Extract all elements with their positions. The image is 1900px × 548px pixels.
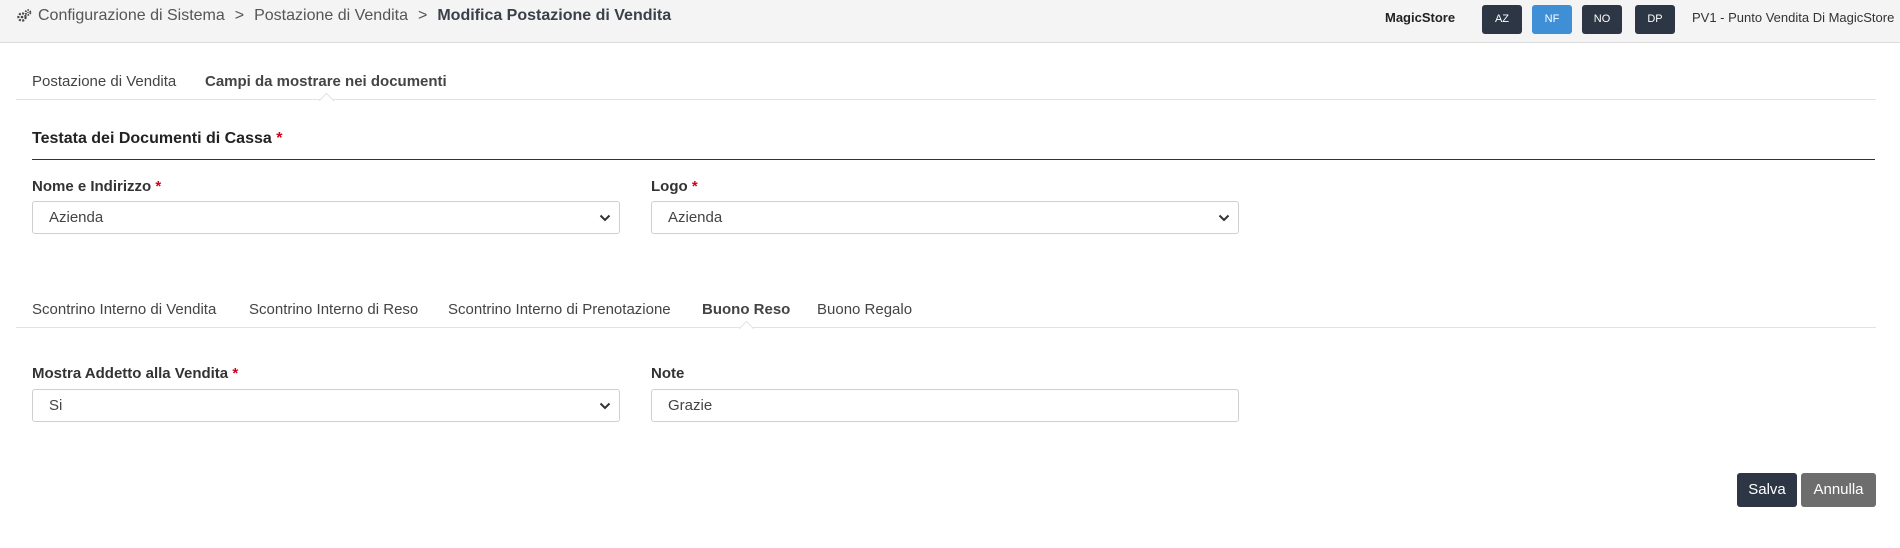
logo-label: Logo * [651,178,698,195]
tab-label: Campi da mostrare nei documenti [205,73,447,90]
chevron-down-icon [1218,214,1230,222]
gears-icon [17,9,32,22]
tab-scontrino-prenotazione[interactable]: Scontrino Interno di Prenotazione [448,301,671,318]
breadcrumb: Configurazione di Sistema > Postazione d… [16,7,671,25]
save-button[interactable]: Salva [1737,473,1797,507]
section-title: Testata dei Documenti di Cassa * [32,130,1875,160]
note-input[interactable]: Grazie [651,389,1239,422]
breadcrumb-separator: > [234,7,245,24]
tab-label: Scontrino Interno di Reso [249,301,419,318]
code-button-az[interactable]: AZ [1482,5,1522,34]
required-mark: * [691,178,698,195]
mostra-addetto-label: Mostra Addetto alla Vendita * [32,365,238,382]
select-value: Azienda [668,209,723,226]
tab-label: Scontrino Interno di Vendita [32,301,217,318]
select-value: Azienda [49,209,104,226]
breadcrumb-item-config[interactable]: Configurazione di Sistema [38,7,225,25]
cancel-button[interactable]: Annulla [1801,473,1876,507]
code-button-dp[interactable]: DP [1635,5,1675,34]
point-of-sale-label[interactable]: PV1 - Punto Vendita Di MagicStore [1692,10,1894,25]
chevron-down-icon [599,402,611,410]
logo-select[interactable]: Azienda [651,201,1239,234]
note-label: Note [651,365,684,382]
required-mark: * [155,178,162,195]
nome-indirizzo-select[interactable]: Azienda [32,201,620,234]
active-tab-caret [318,92,335,109]
label-text: Mostra Addetto alla Vendita [32,365,229,382]
chevron-down-icon [599,214,611,222]
code-button-no[interactable]: NO [1582,5,1622,34]
section-title-text: Testata dei Documenti di Cassa [32,130,272,147]
breadcrumb-separator: > [418,7,428,24]
tab-label: Buono Regalo [817,301,913,318]
select-value: Si [49,397,63,414]
active-tab-caret [738,320,755,337]
tab-postazione-di-vendita[interactable]: Postazione di Vendita [32,73,176,90]
code-button-nf[interactable]: NF [1532,5,1572,34]
nome-indirizzo-label: Nome e Indirizzo * [32,178,161,195]
main-tabs: Postazione di Vendita Campi da mostrare … [16,66,1876,109]
tab-buono-reso[interactable]: Buono Reso [702,301,791,337]
tab-campi-documenti[interactable]: Campi da mostrare nei documenti [205,73,447,109]
tab-scontrino-reso[interactable]: Scontrino Interno di Reso [249,301,418,318]
label-text: Note [651,365,685,382]
label-text: Logo [651,178,688,195]
label-text: Nome e Indirizzo [32,178,152,195]
tab-label: Scontrino Interno di Prenotazione [448,301,671,318]
tab-scontrino-vendita[interactable]: Scontrino Interno di Vendita [32,301,216,318]
input-value: Grazie [668,397,713,414]
tab-label: Buono Reso [702,301,791,318]
store-name: MagicStore [1385,10,1456,25]
mostra-addetto-select[interactable]: Si [32,389,620,422]
breadcrumb-item-postazione[interactable]: Postazione di Vendita [254,7,408,25]
required-mark: * [232,365,239,382]
document-tabs: Scontrino Interno di Vendita Scontrino I… [16,294,1876,337]
tab-label: Postazione di Vendita [32,73,177,90]
breadcrumb-current: Modifica Postazione di Vendita [437,7,672,24]
required-mark: * [276,130,283,147]
tab-buono-regalo[interactable]: Buono Regalo [817,301,912,318]
top-bar: Configurazione di Sistema > Postazione d… [0,0,1900,43]
